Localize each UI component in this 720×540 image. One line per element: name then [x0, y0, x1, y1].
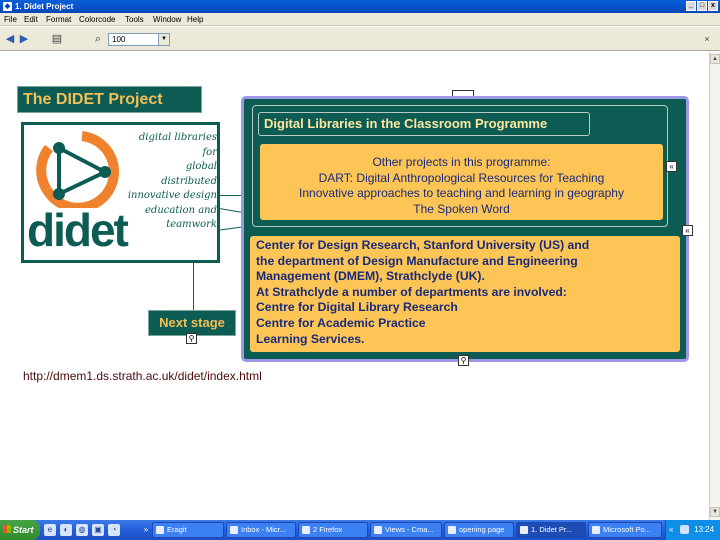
didet-logo-icon [36, 131, 120, 208]
menu-bar: File Edit Format Colorcode Tools Window … [0, 13, 720, 26]
close-button[interactable]: x [708, 1, 718, 11]
tray-icon[interactable] [680, 525, 689, 534]
menu-edit[interactable]: Edit [24, 13, 38, 26]
start-button[interactable]: Start [0, 520, 40, 540]
menu-tools[interactable]: Tools [125, 13, 144, 26]
connector-line [193, 263, 194, 311]
window-title: 1. Didet Project [15, 2, 74, 11]
logo-tagline: digital libraries for global distributed… [127, 132, 217, 230]
partners-line: the department of Design Manufacture and… [256, 253, 578, 268]
taskbar-item[interactable]: Views - Cma... [370, 522, 442, 538]
logo-wordmark: didet [27, 204, 129, 256]
clock: 13:24 [694, 525, 715, 534]
window-title-bar[interactable]: ◆ 1. Didet Project _ □ x [0, 0, 720, 13]
taskbar: Start e ◐ ◍ ▣ ◔ » Eragit Inbox - Micr...… [0, 520, 720, 540]
menu-file[interactable]: File [4, 13, 17, 26]
taskbar-item[interactable]: Microsoft Po... [588, 522, 662, 538]
windows-logo-icon [3, 525, 11, 533]
taskbar-item[interactable]: 2 Firefox [298, 522, 368, 538]
project-url-link[interactable]: http://dmem1.ds.strath.ac.uk/didet/index… [23, 369, 262, 383]
partners-line: Learning Services. [256, 331, 365, 346]
tray-chevron-icon[interactable]: « [669, 520, 673, 540]
programme-title-node[interactable]: Digital Libraries in the Classroom Progr… [258, 112, 590, 136]
logo-panel: digital libraries for global distributed… [24, 125, 217, 260]
zoom-select[interactable]: 100 ▼ [108, 33, 170, 46]
menu-window[interactable]: Window [153, 13, 181, 26]
more-chevron-icon[interactable]: » [140, 524, 152, 536]
menu-format[interactable]: Format [46, 13, 71, 26]
other-project-item: Innovative approaches to teaching and le… [299, 186, 624, 200]
connector-line [220, 195, 242, 196]
other-projects-heading: Other projects in this programme: [372, 155, 551, 169]
minimize-button[interactable]: _ [686, 1, 696, 11]
partners-line: Centre for Academic Practice [256, 315, 426, 330]
partners-line: At Strathclyde a number of departments a… [256, 284, 567, 299]
toolbar: ◀ ▶ ▤ ⌕ 100 ▼ × [0, 27, 720, 51]
quicklaunch-ie-icon[interactable]: e [44, 524, 56, 536]
hyperlink-icon[interactable]: ⚲ [458, 355, 469, 366]
chevron-down-icon[interactable]: ▼ [158, 34, 169, 45]
scroll-down-icon[interactable]: ▼ [710, 507, 720, 517]
other-projects-node[interactable]: Other projects in this programme: DART: … [259, 143, 664, 221]
menu-help[interactable]: Help [187, 13, 203, 26]
taskbar-item[interactable]: Eragit [152, 522, 224, 538]
view-icon[interactable]: ▤ [50, 32, 64, 46]
quicklaunch-icon[interactable]: ▣ [92, 524, 104, 536]
scroll-up-icon[interactable]: ▲ [710, 54, 720, 64]
system-tray: « 13:24 [665, 520, 720, 540]
hyperlink-icon[interactable]: ⚲ [186, 333, 197, 344]
app-icon: ◆ [3, 2, 12, 11]
maximize-button[interactable]: □ [697, 1, 707, 11]
partners-line: Management (DMEM), Strathclyde (UK). [256, 269, 485, 284]
menu-colorcode[interactable]: Colorcode [79, 13, 115, 26]
quicklaunch-icon[interactable]: ◍ [76, 524, 88, 536]
vertical-scrollbar[interactable]: ▲ ▼ [709, 52, 720, 520]
expand-node-icon[interactable]: « [666, 161, 677, 172]
forward-arrow-icon[interactable]: ▶ [17, 32, 31, 46]
close-document-icon[interactable]: × [700, 32, 714, 46]
partners-node[interactable]: Center for Design Research, Stanford Uni… [249, 235, 681, 353]
other-project-item: DART: Digital Anthropological Resources … [318, 170, 605, 185]
partners-line: Center for Design Research, Stanford Uni… [256, 238, 590, 252]
zoom-value: 100 [112, 35, 126, 44]
expand-node-icon[interactable]: « [682, 225, 693, 236]
project-title-node[interactable]: The DIDET Project [17, 86, 202, 113]
other-project-item: The Spoken Word [413, 201, 510, 216]
quicklaunch-icon[interactable]: ◐ [60, 524, 72, 536]
taskbar-item-active[interactable]: 1. Didet Pr... [516, 522, 586, 538]
zoom-icon[interactable]: ⌕ [91, 32, 105, 46]
partners-line: Centre for Digital Library Research [256, 300, 458, 315]
quicklaunch-icon[interactable]: ◔ [108, 524, 120, 536]
didet-logo-node[interactable]: digital libraries for global distributed… [21, 122, 220, 263]
taskbar-item[interactable]: Inbox - Micr... [226, 522, 296, 538]
taskbar-item[interactable]: opening page [444, 522, 514, 538]
back-arrow-icon[interactable]: ◀ [3, 32, 17, 46]
